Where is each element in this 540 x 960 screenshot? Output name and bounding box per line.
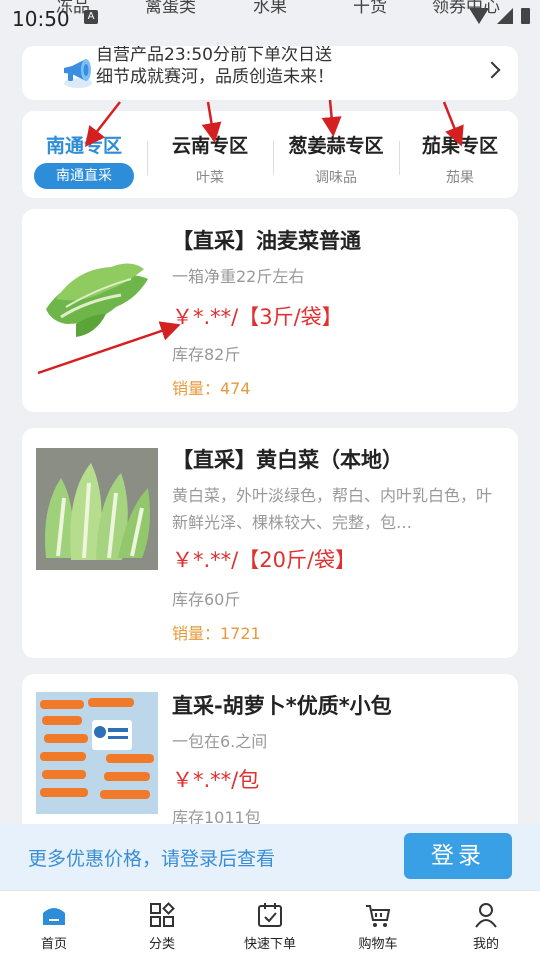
tab-label: 分类 [148,937,175,952]
category-strip-item[interactable]: 冻品 [56,0,90,16]
zone-title: 云南专区 [171,135,248,157]
product-stock: 库存82斤 [172,345,241,364]
product-sales: 销量：474 [172,379,251,398]
product-price: ￥*.**/【3斤/袋】 [172,305,343,329]
product-desc: 一箱净重22斤左右 [172,267,305,286]
zone-subtitle: 调味品 [315,170,357,186]
product-desc: 一包在6.之间 [172,732,268,751]
login-prompt-text: 更多优惠价格，请登录后查看 [28,848,276,870]
signal-icon [497,8,513,24]
zone-title: 葱姜蒜专区 [288,135,384,157]
product-image-cabbage[interactable] [36,448,158,570]
tab-cart[interactable]: 购物车 [324,891,432,960]
category-strip-item[interactable]: 干货 [353,0,387,16]
login-prompt-bar: 更多优惠价格，请登录后查看 登录 [0,824,540,890]
chevron-right-icon[interactable] [483,61,501,79]
zone-subtitle-pill: 南通直采 [34,163,134,189]
tab-label: 快速下单 [243,937,296,952]
product-desc: 黄白菜，外叶淡绿色，帮白、内叶乳白色，叶新鲜光泽、棵株较大、完整，包… [172,486,493,532]
zone-title: 南通专区 [45,135,122,157]
zone-yunnan[interactable]: 云南专区 叶菜 [148,111,272,198]
tab-label: 购物车 [358,937,398,952]
notice-banner[interactable]: 自营产品23:50分前下单次日送 细节成就赛河，品质创造未来！ [22,46,518,100]
category-strip-item[interactable]: 禽蛋类 [145,0,196,16]
zone-seasoning[interactable]: 葱姜蒜专区 调味品 [274,111,398,198]
product-title: 【直采】黄白菜（本地） [172,448,403,472]
home-icon [43,908,65,925]
megaphone-icon [64,59,92,88]
notice-line-2: 细节成就赛河，品质创造未来！ [96,67,334,87]
zone-subtitle: 叶菜 [196,170,224,186]
notice-text: 自营产品23:50分前下单次日送 细节成就赛河，品质创造未来！ [96,46,476,88]
cart-icon [366,905,391,927]
product-sales: 销量：1721 [172,624,261,643]
category-strip-item[interactable]: 水果 [253,0,287,16]
profile-icon [475,903,497,928]
zone-title: 茄果专区 [421,135,498,157]
tab-home[interactable]: 首页 [0,891,108,960]
tab-category[interactable]: 分类 [108,891,216,960]
zone-tabs: 南通专区 南通直采 云南专区 叶菜 葱姜蒜专区 调味品 茄果专区 茄果 [22,111,518,198]
wifi-icon [469,8,489,24]
category-icon [150,902,175,927]
zone-nantong[interactable]: 南通专区 南通直采 [22,111,146,198]
tab-label: 首页 [40,937,67,952]
product-image-lettuce[interactable] [36,229,158,351]
zone-solanaceous[interactable]: 茄果专区 茄果 [398,111,522,198]
product-title: 直采-胡萝卜*优质*小包 [172,694,392,718]
notice-line-1: 自营产品23:50分前下单次日送 [96,46,332,65]
bottom-tabbar: 首页 分类 快速下单 购物车 我的 [0,890,540,960]
product-image-carrot[interactable] [36,692,158,814]
status-icons [469,8,530,24]
tab-label: 我的 [472,937,499,952]
zone-subtitle: 茄果 [446,170,474,186]
product-card[interactable]: 【直采】黄白菜（本地） 黄白菜，外叶淡绿色，帮白、内叶乳白色，叶新鲜光泽、棵株较… [22,428,518,658]
tab-quick-order[interactable]: 快速下单 [216,891,324,960]
product-price: ￥*.**/包 [172,768,260,792]
product-stock: 库存60斤 [172,590,241,609]
product-card[interactable]: 直采-胡萝卜*优质*小包 一包在6.之间 ￥*.**/包 库存1011包 [22,674,518,844]
quick-order-icon [258,903,282,927]
login-button[interactable]: 登录 [404,833,512,879]
category-strip: 冻品 禽蛋类 水果 干货 领券中心 [56,0,516,16]
status-bar: 10:50 A 冻品 禽蛋类 水果 干货 领券中心 [0,0,540,36]
tab-profile[interactable]: 我的 [432,891,540,960]
product-price: ￥*.**/【20斤/袋】 [172,548,357,572]
battery-icon [521,8,530,24]
product-card[interactable]: 【直采】油麦菜普通 一箱净重22斤左右 ￥*.**/【3斤/袋】 库存82斤 销… [22,209,518,412]
product-title: 【直采】油麦菜普通 [172,229,361,253]
